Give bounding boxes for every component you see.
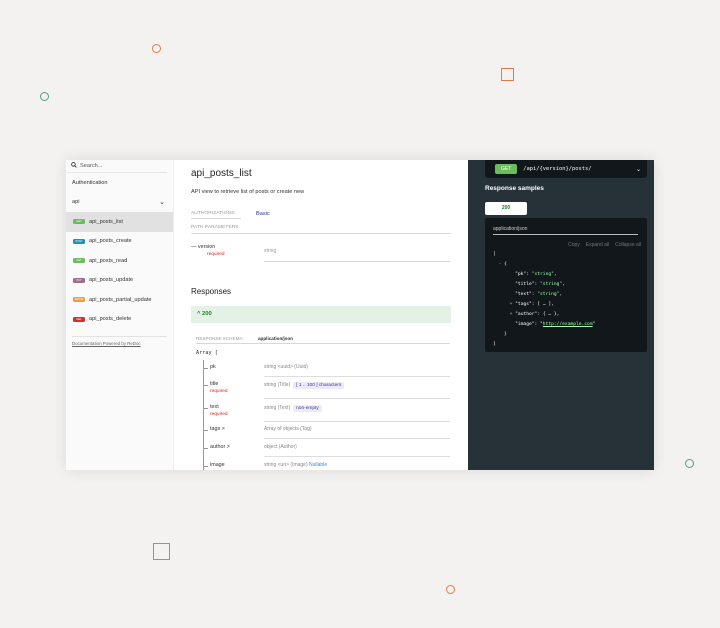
tree-tick: [203, 368, 208, 369]
field-type-title: string (Title)[ 1 .. 100 ] characters: [264, 382, 345, 389]
redoc-footer-link[interactable]: Documentation Powered by ReDoc: [72, 336, 167, 346]
sidebar-item-authentication[interactable]: Authentication: [66, 173, 173, 193]
sidebar-item-api-posts-partial-update[interactable]: PATCH api_posts_partial_update: [66, 290, 173, 310]
param-type: string: [264, 248, 277, 254]
divider: [264, 398, 450, 399]
divider: [191, 233, 451, 234]
sidebar-item-api-posts-read[interactable]: GET api_posts_read: [66, 251, 173, 271]
json-sample: [ - { "pk": "string", "title": "string",…: [493, 252, 596, 347]
sidebar-group-api[interactable]: api ⌄: [66, 193, 173, 213]
field-required-title: required: [210, 389, 228, 394]
code-actions: Copy Expand all Collapse all: [568, 242, 641, 248]
field-name-tags[interactable]: tags >: [210, 426, 225, 432]
field-type-tags: Array of objects (Tag): [264, 426, 312, 432]
authorization-basic-link[interactable]: Basic: [256, 211, 270, 217]
endpoint-dropdown[interactable]: GET /api/{version}/posts/ ⌄: [485, 160, 647, 178]
sidebar-item-label: api_posts_delete: [89, 316, 132, 323]
sidebar-item-label: api_posts_read: [89, 257, 128, 264]
sidebar-item-api-posts-list[interactable]: GET api_posts_list: [66, 212, 173, 232]
schema-tree-line: [203, 360, 204, 470]
sidebar-item-api-posts-create[interactable]: POST api_posts_create: [66, 232, 173, 252]
collapse-all-button[interactable]: Collapse all: [615, 242, 641, 248]
method-badge: DEL: [73, 316, 85, 322]
tree-tick: [203, 448, 208, 449]
tree-tick: [203, 408, 208, 409]
divider: [196, 343, 450, 344]
field-type-text: string (Text) non-empty: [264, 405, 322, 412]
field-name-image: image: [210, 462, 225, 468]
sidebar-item-label: Authentication: [72, 179, 108, 186]
field-name-text: text: [210, 404, 219, 410]
expand-all-button[interactable]: Expand all: [586, 242, 609, 248]
method-badge: GET: [73, 258, 85, 264]
deco-circle-green: [685, 459, 694, 468]
chevron-down-icon: ⌄: [159, 199, 165, 207]
search-icon: [71, 162, 77, 170]
field-type-pk: string <uuid> (Uuid): [264, 364, 308, 370]
field-name-title: title: [210, 381, 219, 387]
authorizations-label: AUTHORIZATIONS:: [191, 211, 236, 216]
search-box[interactable]: Search...: [66, 160, 167, 173]
deco-square-orange: [153, 543, 170, 560]
constraint-badge: [ 1 .. 100 ] characters: [293, 382, 345, 389]
sidebar-item-label: api_posts_partial_update: [89, 296, 152, 303]
sidebar-item-label: api_posts_update: [89, 277, 134, 284]
divider: [264, 421, 450, 422]
divider: [264, 438, 450, 439]
tab-200[interactable]: 200: [485, 202, 527, 215]
copy-button[interactable]: Copy: [568, 242, 580, 248]
field-name-author[interactable]: author >: [210, 444, 230, 450]
method-badge: GET: [495, 164, 518, 174]
sidebar-item-label: api_posts_create: [89, 238, 132, 245]
tree-tick: [203, 385, 208, 386]
deco-circle-green: [40, 92, 49, 101]
deco-square-orange: [501, 68, 514, 81]
sidebar-item-label: api_posts_list: [89, 218, 123, 225]
response-schema-label: RESPONSE SCHEMA:: [196, 336, 244, 341]
code-sample: application/json Copy Expand all Collaps…: [485, 218, 647, 352]
endpoint-path: /api/{version}/posts/: [523, 166, 592, 172]
sidebar: Search... Authentication api ⌄ GET api_p…: [66, 160, 174, 470]
response-schema-type: application/json: [258, 336, 293, 341]
redoc-window: Search... Authentication api ⌄ GET api_p…: [66, 160, 654, 470]
field-type-image: string <uri> (Image) Nullable: [264, 462, 328, 468]
method-badge: POST: [73, 238, 85, 244]
tree-tick: [203, 430, 208, 431]
field-required-text: required: [210, 412, 228, 417]
array-open: Array [: [196, 350, 218, 356]
search-input[interactable]: Search...: [80, 163, 102, 169]
response-200-toggle[interactable]: ^ 200: [191, 306, 451, 323]
nullable-label: Nullable: [309, 462, 328, 468]
path-parameters-label: PATH PARAMETERS: [191, 225, 239, 230]
samples-panel: GET /api/{version}/posts/ ⌄ Response sam…: [468, 160, 654, 470]
operation-content: api_posts_list API view to retrieve list…: [174, 160, 468, 470]
divider: [264, 261, 450, 262]
operation-description: API view to retrieve list of posts or cr…: [191, 189, 305, 195]
content-type-label: application/json: [493, 226, 528, 232]
divider: [191, 218, 241, 219]
divider: [493, 234, 638, 235]
method-badge: PUT: [73, 277, 85, 283]
constraint-badge: non-empty: [293, 405, 322, 412]
divider: [264, 376, 450, 377]
method-badge: PATCH: [73, 297, 85, 303]
operation-title: api_posts_list: [191, 168, 252, 179]
field-name-pk: pk: [210, 364, 216, 370]
method-badge: GET: [73, 219, 85, 225]
responses-heading: Responses: [191, 287, 232, 296]
sidebar-item-label: api: [72, 199, 80, 206]
param-required: required: [207, 252, 225, 257]
param-name: — version: [191, 244, 216, 250]
sidebar-item-api-posts-update[interactable]: PUT api_posts_update: [66, 271, 173, 291]
tree-tick: [203, 466, 208, 467]
deco-circle-orange: [152, 44, 161, 53]
sidebar-item-api-posts-delete[interactable]: DEL api_posts_delete: [66, 310, 173, 330]
deco-circle-orange: [446, 585, 455, 594]
response-samples-heading: Response samples: [485, 185, 544, 192]
chevron-down-icon: ⌄: [635, 166, 641, 173]
divider: [264, 456, 450, 457]
field-type-author: object (Author): [264, 444, 297, 450]
